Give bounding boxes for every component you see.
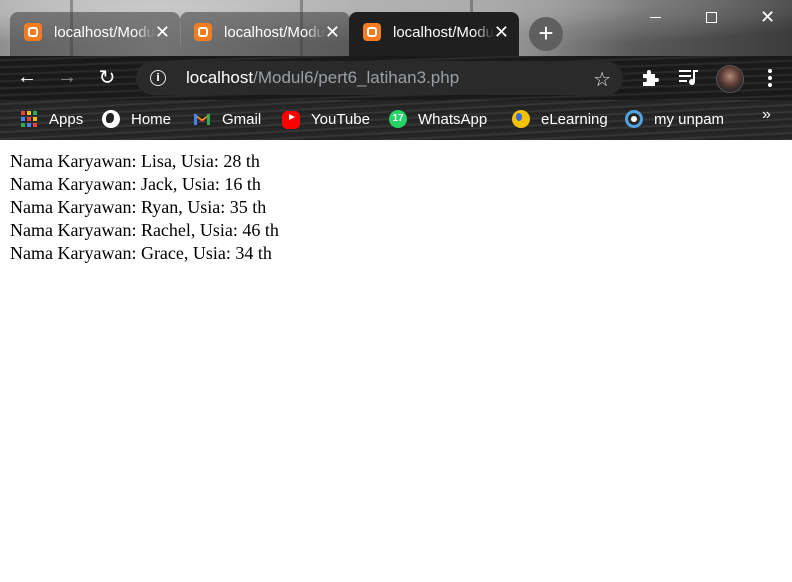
employee-line: Nama Karyawan: Lisa, Usia: 28 th: [10, 151, 260, 171]
site-info-icon[interactable]: i: [150, 70, 166, 86]
employee-line: Nama Karyawan: Grace, Usia: 34 th: [10, 243, 272, 263]
forward-button[interactable]: →: [53, 63, 81, 91]
reload-icon: ↻: [98, 66, 116, 89]
bookmark-star-icon[interactable]: ☆: [593, 67, 611, 92]
tab-title: localhost/Modul6: [54, 23, 155, 41]
menu-kebab-icon[interactable]: [764, 68, 776, 88]
bookmark-apps[interactable]: Apps: [20, 107, 83, 131]
minimize-icon: [650, 16, 661, 18]
back-button[interactable]: ←: [13, 63, 41, 91]
page-content: Nama Karyawan: Lisa, Usia: 28 th Nama Ka…: [0, 140, 792, 582]
back-arrow-icon: ←: [17, 65, 37, 88]
employee-line: Nama Karyawan: Ryan, Usia: 35 th: [10, 197, 267, 217]
close-icon: ✕: [759, 6, 776, 27]
bookmark-my-unpam[interactable]: my unpam: [625, 107, 724, 131]
unpam-icon: [625, 110, 643, 128]
youtube-icon: [282, 111, 300, 129]
bookmark-label: WhatsApp: [418, 110, 488, 128]
whatsapp-icon: 17: [389, 110, 407, 128]
close-tab-icon[interactable]: ✕: [494, 23, 509, 41]
browser-tab[interactable]: localhost/Modul6 ✕: [10, 12, 180, 56]
new-tab-button[interactable]: +: [529, 17, 563, 51]
bookmark-label: Home: [131, 110, 172, 128]
bookmark-label: Gmail: [222, 110, 262, 128]
bookmark-label: my unpam: [654, 110, 725, 128]
profile-avatar[interactable]: [716, 65, 744, 93]
url-path: /Modul6/pert6_latihan3.php: [253, 68, 460, 87]
elearning-icon: [512, 110, 530, 128]
bookmarks-overflow-button[interactable]: »: [762, 106, 771, 124]
apps-grid-icon: [20, 110, 38, 128]
window-close-button[interactable]: ✕: [740, 0, 792, 34]
xampp-icon: [24, 23, 42, 41]
browser-tab[interactable]: localhost/Modul6 ✕: [180, 12, 350, 56]
xampp-icon: [194, 23, 212, 41]
bookmark-label: eLearning: [541, 110, 608, 128]
gmail-icon: [193, 113, 211, 125]
employee-line: Nama Karyawan: Jack, Usia: 16 th: [10, 174, 261, 194]
bookmark-whatsapp[interactable]: 17 WhatsApp: [389, 107, 487, 131]
xampp-icon: [363, 23, 381, 41]
bookmark-youtube[interactable]: YouTube: [282, 107, 370, 131]
reload-button[interactable]: ↻: [93, 63, 121, 91]
maximize-button[interactable]: [684, 0, 739, 34]
maximize-icon: [706, 11, 717, 23]
minimize-button[interactable]: [628, 0, 683, 34]
bookmark-home[interactable]: Home: [102, 107, 171, 131]
close-tab-icon[interactable]: ✕: [325, 23, 340, 41]
tab-title: localhost/Modul6: [393, 23, 494, 41]
url-text[interactable]: localhost/Modul6/pert6_latihan3.php: [186, 68, 459, 88]
url-host: localhost: [186, 68, 254, 87]
close-tab-icon[interactable]: ✕: [155, 23, 170, 41]
forward-arrow-icon: →: [57, 65, 77, 88]
address-bar[interactable]: i localhost/Modul6/pert6_latihan3.php ☆: [136, 61, 623, 95]
globe-icon: [102, 110, 120, 128]
employee-line: Nama Karyawan: Rachel, Usia: 46 th: [10, 220, 279, 240]
bookmark-gmail[interactable]: Gmail: [193, 107, 261, 131]
bookmark-label: YouTube: [311, 110, 370, 128]
tab-title: localhost/Modul6: [224, 23, 325, 41]
extensions-icon[interactable]: [640, 67, 661, 88]
bookmark-label: Apps: [49, 110, 84, 128]
bookmark-elearning[interactable]: eLearning: [510, 107, 608, 131]
media-queue-icon[interactable]: [678, 67, 700, 87]
browser-tab-active[interactable]: localhost/Modul6 ✕: [349, 12, 519, 56]
